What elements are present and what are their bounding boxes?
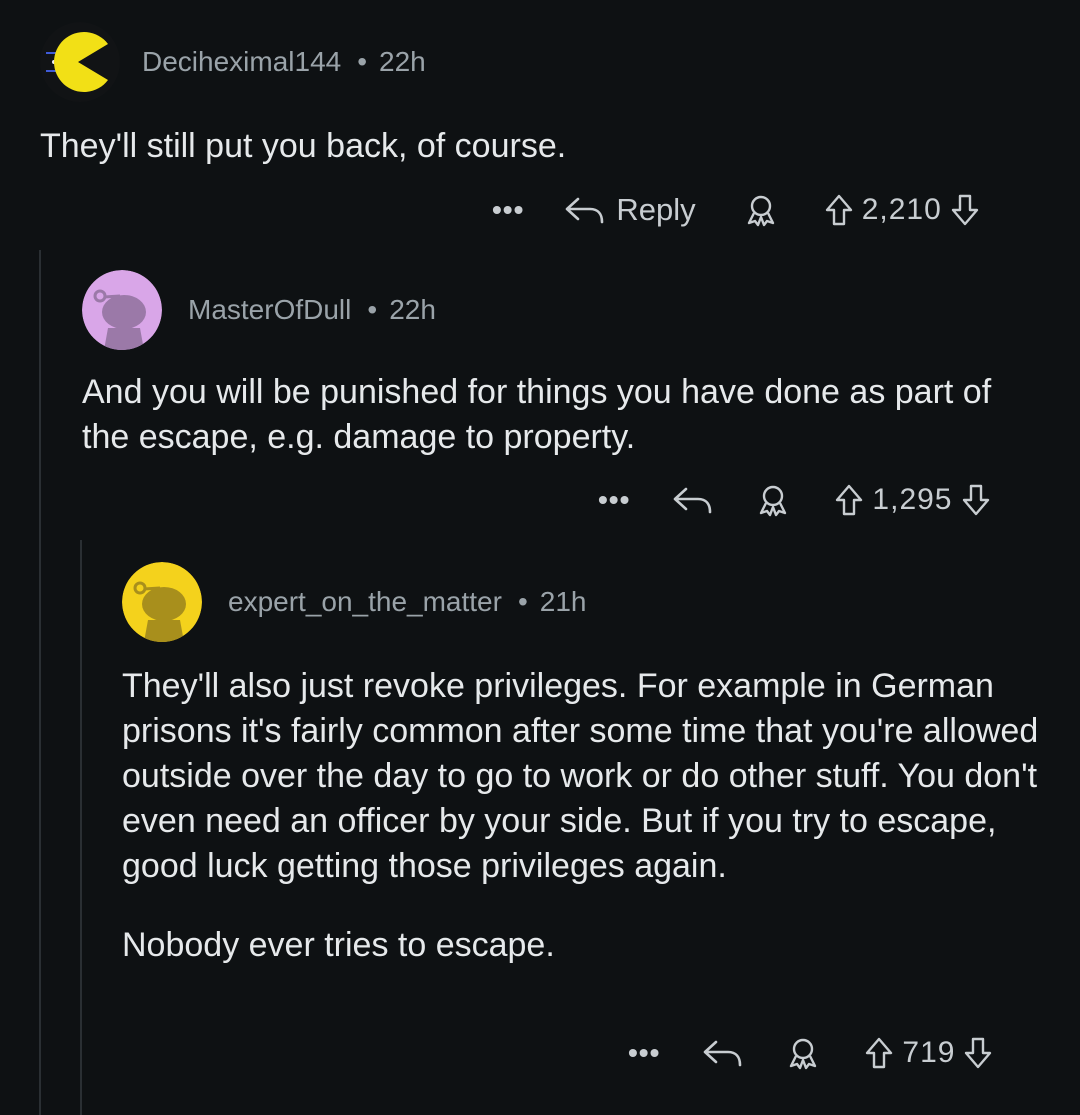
award-button[interactable] bbox=[744, 193, 778, 227]
comment-header: Deciheximal144 • 22h bbox=[40, 22, 1050, 102]
more-options-button[interactable]: ••• bbox=[628, 1037, 660, 1069]
vote-score: 719 bbox=[902, 1036, 956, 1069]
award-icon bbox=[760, 485, 787, 517]
comment-deciheximal144: Deciheximal144 • 22h They'll still put y… bbox=[40, 22, 1050, 169]
award-icon bbox=[790, 1038, 817, 1070]
downvote-button[interactable] bbox=[950, 193, 980, 227]
comment-age[interactable]: 22h bbox=[389, 294, 436, 326]
downvote-button[interactable] bbox=[963, 1036, 993, 1070]
downvote-arrow-icon bbox=[962, 484, 989, 516]
comment-age[interactable]: 22h bbox=[379, 46, 426, 78]
reply-label: Reply bbox=[616, 192, 696, 227]
username[interactable]: Deciheximal144 bbox=[142, 46, 341, 78]
username[interactable]: expert_on_the_matter bbox=[228, 586, 502, 618]
avatar[interactable] bbox=[82, 270, 162, 350]
comment-body: They'll still put you back, of course. bbox=[40, 127, 567, 165]
upvote-arrow-icon bbox=[866, 1037, 893, 1069]
award-icon bbox=[747, 195, 774, 227]
reply-button[interactable] bbox=[672, 485, 714, 515]
snoo-avatar-icon bbox=[82, 270, 162, 350]
separator-dot: • bbox=[367, 294, 378, 325]
reply-arrow-icon bbox=[704, 1040, 742, 1067]
upvote-button[interactable] bbox=[834, 483, 864, 517]
upvote-button[interactable] bbox=[824, 193, 854, 227]
award-button[interactable] bbox=[786, 1036, 820, 1070]
comment-body: And you will be punished for things you … bbox=[82, 373, 992, 456]
comment-header: MasterOfDull • 22h bbox=[82, 270, 1042, 350]
snoo-avatar-icon bbox=[122, 562, 202, 642]
upvote-arrow-icon bbox=[825, 194, 852, 226]
comment-age[interactable]: 21h bbox=[540, 586, 587, 618]
comment-body-paragraph: They'll also just revoke privileges. For… bbox=[122, 667, 1039, 885]
avatar[interactable] bbox=[40, 22, 120, 102]
more-options-button[interactable]: ••• bbox=[598, 484, 630, 516]
upvote-arrow-icon bbox=[836, 484, 863, 516]
upvote-button[interactable] bbox=[864, 1036, 894, 1070]
thread-line-level-2[interactable] bbox=[80, 540, 82, 1115]
downvote-arrow-icon bbox=[951, 194, 978, 226]
vote-score: 1,295 bbox=[872, 483, 953, 516]
more-options-button[interactable]: ••• bbox=[492, 194, 524, 226]
reply-button[interactable]: Reply bbox=[564, 192, 696, 228]
avatar[interactable] bbox=[122, 562, 202, 642]
pacman-avatar-icon bbox=[40, 22, 120, 102]
thread-line-level-1[interactable] bbox=[39, 250, 41, 1115]
comment-actions: ••• 719 bbox=[628, 1033, 993, 1073]
downvote-button[interactable] bbox=[961, 483, 991, 517]
reply-arrow-icon bbox=[566, 197, 604, 224]
separator-dot: • bbox=[517, 586, 528, 617]
comment-expert-on-the-matter: expert_on_the_matter • 21h They'll also … bbox=[122, 562, 1052, 968]
comment-body-paragraph: Nobody ever tries to escape. bbox=[122, 926, 555, 964]
downvote-arrow-icon bbox=[965, 1037, 992, 1069]
vote-score: 2,210 bbox=[861, 193, 942, 226]
reply-arrow-icon bbox=[674, 487, 712, 514]
comment-masterofdull: MasterOfDull • 22h And you will be punis… bbox=[82, 270, 1042, 460]
reply-button[interactable] bbox=[702, 1038, 744, 1068]
username[interactable]: MasterOfDull bbox=[188, 294, 351, 326]
comment-actions: ••• Reply 2,210 bbox=[492, 190, 980, 230]
comment-actions: ••• 1,295 bbox=[598, 480, 991, 520]
award-button[interactable] bbox=[756, 483, 790, 517]
separator-dot: • bbox=[357, 46, 368, 77]
comment-header: expert_on_the_matter • 21h bbox=[122, 562, 1052, 642]
